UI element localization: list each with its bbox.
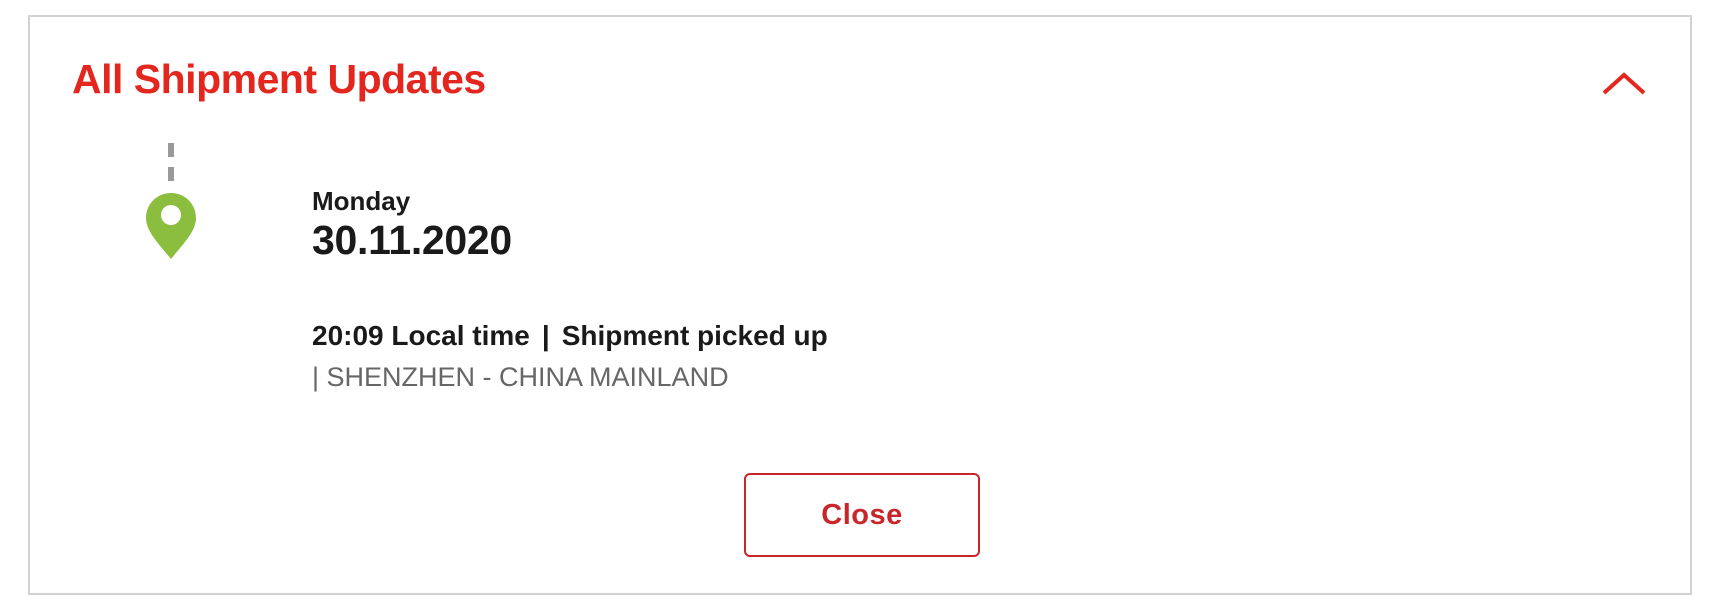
shipment-updates-panel: All Shipment Updates Monday 30.11.2020 2… bbox=[28, 15, 1692, 595]
location-pin-icon bbox=[146, 193, 196, 259]
event-detail: 20:09 Local time | Shipment picked up bbox=[312, 319, 828, 353]
event-date: 30.11.2020 bbox=[312, 217, 512, 263]
event-time: 20:09 Local time bbox=[312, 320, 530, 351]
event-separator: | bbox=[541, 320, 550, 351]
panel-title: All Shipment Updates bbox=[72, 56, 486, 102]
event-status: Shipment picked up bbox=[561, 320, 828, 351]
event-location: | SHENZHEN - CHINA MAINLAND bbox=[312, 362, 729, 392]
event-weekday: Monday bbox=[312, 186, 411, 216]
chevron-up-icon bbox=[1602, 72, 1646, 95]
close-button[interactable]: Close bbox=[744, 473, 980, 557]
collapse-toggle-button[interactable] bbox=[1600, 65, 1648, 99]
timeline-dashed-line bbox=[168, 143, 174, 181]
shipment-event: Monday 30.11.2020 20:09 Local time | Shipm… bbox=[312, 185, 828, 393]
